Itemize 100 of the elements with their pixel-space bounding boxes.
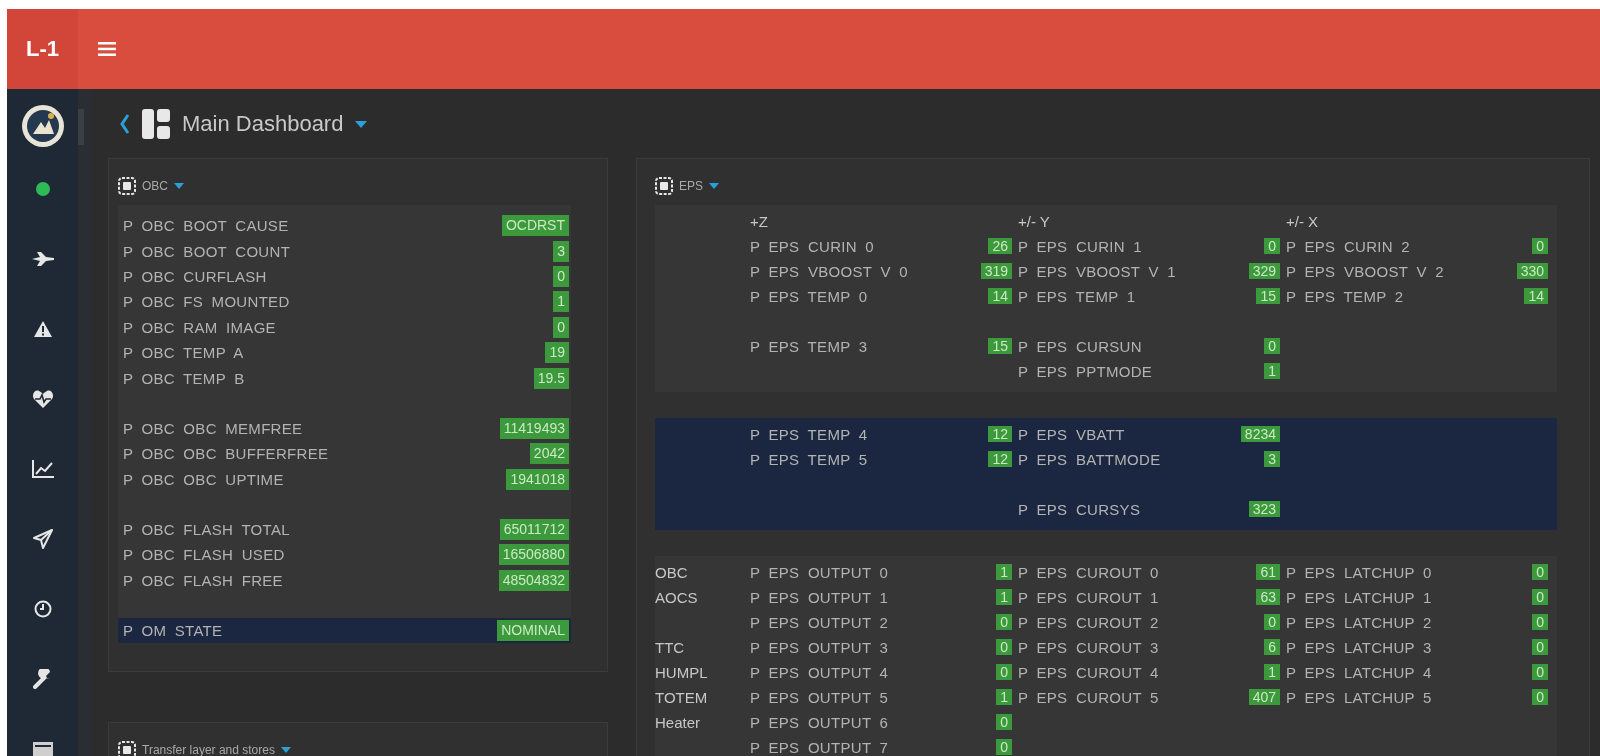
parameter-label: P EPS VBOOST V 0 bbox=[750, 263, 909, 280]
parameter-value: 14 bbox=[988, 288, 1012, 304]
parameter-label: P EPS CURIN 0 bbox=[750, 238, 875, 255]
back-icon[interactable] bbox=[120, 114, 130, 134]
parameter-label: P EPS OUTPUT 4 bbox=[750, 664, 890, 681]
parameter-label: P EPS CUROUT 3 bbox=[1018, 639, 1160, 656]
parameter-label: P OBC FLASH FREE bbox=[123, 571, 283, 589]
avatar-icon[interactable] bbox=[20, 104, 65, 148]
parameter-value: 2042 bbox=[529, 443, 569, 465]
parameter-label: P EPS LATCHUP 3 bbox=[1286, 639, 1433, 656]
clock-icon[interactable] bbox=[33, 600, 52, 618]
caret-icon[interactable] bbox=[709, 183, 719, 189]
parameter-label: P EPS VBOOST V 2 bbox=[1286, 263, 1445, 280]
parameter-label: P EPS TEMP 4 bbox=[750, 426, 869, 443]
chart-icon[interactable] bbox=[31, 460, 54, 478]
status-dot-icon[interactable] bbox=[35, 182, 50, 196]
parameter-label: P OBC BOOT CAUSE bbox=[123, 217, 289, 235]
parameter-label: P OBC FLASH USED bbox=[123, 546, 285, 564]
caret-icon[interactable] bbox=[355, 120, 368, 128]
caret-icon[interactable] bbox=[280, 747, 291, 754]
parameter-value: 3 bbox=[553, 240, 569, 262]
parameter-value: 63 bbox=[1256, 589, 1280, 605]
heartbeat-icon[interactable] bbox=[32, 390, 53, 408]
parameter-label: P EPS LATCHUP 5 bbox=[1286, 689, 1433, 706]
parameter-value: 61 bbox=[1256, 564, 1280, 580]
panel-title: OBC bbox=[142, 179, 168, 193]
parameter-label: P EPS OUTPUT 1 bbox=[750, 589, 890, 606]
parameter-label: P EPS LATCHUP 0 bbox=[1286, 564, 1433, 581]
parameter-value: 0 bbox=[996, 714, 1012, 730]
row-tag: TTC bbox=[655, 639, 750, 656]
parameter-value: 0 bbox=[1532, 639, 1548, 655]
parameter-label: P EPS TEMP 2 bbox=[1286, 288, 1405, 305]
row-tag: OBC bbox=[655, 564, 750, 581]
parameter-label: P OBC OBC BUFFERFREE bbox=[123, 445, 329, 463]
parameter-value: 1 bbox=[1264, 664, 1280, 680]
chip-icon bbox=[655, 177, 673, 195]
wrench-icon[interactable] bbox=[32, 669, 53, 689]
parameter-value: 323 bbox=[1248, 501, 1280, 517]
dashboard-icon bbox=[142, 109, 170, 139]
chip-icon bbox=[118, 741, 136, 756]
parameter-value: 329 bbox=[1248, 263, 1280, 279]
parameter-value: 26 bbox=[988, 238, 1012, 254]
parameter-value: 0 bbox=[1532, 564, 1548, 580]
parameter-value: 1 bbox=[996, 689, 1012, 705]
plane-icon[interactable] bbox=[31, 252, 54, 266]
parameter-label: P EPS OUTPUT 3 bbox=[750, 639, 890, 656]
parameter-value: 0 bbox=[1264, 338, 1280, 354]
parameter-value: 6 bbox=[1264, 639, 1280, 655]
parameter-value: 0 bbox=[996, 614, 1012, 630]
parameter-value: 0 bbox=[1532, 664, 1548, 680]
parameter-label: P EPS LATCHUP 2 bbox=[1286, 614, 1433, 631]
warning-icon[interactable] bbox=[33, 321, 52, 337]
caret-icon[interactable] bbox=[174, 183, 184, 189]
row-tag: TOTEM bbox=[655, 689, 750, 706]
parameter-value: 1941018 bbox=[506, 468, 569, 490]
row-tag: HUMPL bbox=[655, 664, 750, 681]
parameter-label: P EPS OUTPUT 0 bbox=[750, 564, 890, 581]
parameter-label: P EPS CURSUN bbox=[1018, 338, 1143, 355]
parameter-value: 0 bbox=[1264, 614, 1280, 630]
parameter-value: NOMINAL bbox=[497, 620, 569, 642]
parameter-value: 0 bbox=[996, 639, 1012, 655]
column-heading: +Z bbox=[750, 213, 769, 230]
parameter-value: OCDRST bbox=[501, 215, 569, 237]
parameter-value: 16506880 bbox=[498, 544, 569, 566]
parameter-label: P OBC TEMP A bbox=[123, 344, 244, 362]
parameter-label: P EPS TEMP 3 bbox=[750, 338, 869, 355]
parameter-label: P OBC RAM IMAGE bbox=[123, 318, 276, 336]
parameter-label: P EPS CUROUT 2 bbox=[1018, 614, 1160, 631]
parameter-value: 19.5 bbox=[533, 367, 569, 389]
parameter-value: 19 bbox=[545, 342, 569, 364]
panel-title: Transfer layer and stores bbox=[142, 743, 275, 756]
panel-title: EPS bbox=[679, 179, 703, 193]
parameter-value: 12 bbox=[988, 426, 1012, 442]
column-heading: +/- X bbox=[1286, 213, 1320, 230]
parameter-label: P OM STATE bbox=[123, 622, 223, 640]
parameter-value: 1 bbox=[1264, 363, 1280, 379]
brand-logo[interactable]: L-1 bbox=[7, 9, 78, 89]
parameter-label: P EPS OUTPUT 2 bbox=[750, 614, 890, 631]
list-icon[interactable] bbox=[32, 742, 53, 756]
parameter-value: 0 bbox=[1532, 614, 1548, 630]
parameter-label: P OBC TEMP B bbox=[123, 369, 245, 387]
menu-button[interactable] bbox=[98, 42, 116, 56]
parameter-label: P EPS VBOOST V 1 bbox=[1018, 263, 1177, 280]
parameter-value: 0 bbox=[996, 664, 1012, 680]
parameter-value: 15 bbox=[1256, 288, 1280, 304]
parameter-label: P EPS CUROUT 4 bbox=[1018, 664, 1160, 681]
send-icon[interactable] bbox=[32, 529, 53, 549]
parameter-label: P EPS CURSYS bbox=[1018, 501, 1142, 518]
parameter-label: P EPS OUTPUT 5 bbox=[750, 689, 890, 706]
parameter-label: P EPS OUTPUT 6 bbox=[750, 714, 890, 731]
parameter-value: 0 bbox=[1532, 689, 1548, 705]
parameter-label: P EPS TEMP 0 bbox=[750, 288, 869, 305]
parameter-label: P EPS BATTMODE bbox=[1018, 451, 1162, 468]
parameter-value: 0 bbox=[553, 265, 569, 287]
parameter-value: 1 bbox=[996, 589, 1012, 605]
parameter-value: 48504832 bbox=[498, 569, 569, 591]
dashboard-title[interactable]: Main Dashboard bbox=[182, 111, 344, 137]
row-tag: Heater bbox=[655, 714, 750, 731]
parameter-label: P OBC FS MOUNTED bbox=[123, 293, 290, 311]
parameter-label: P EPS LATCHUP 4 bbox=[1286, 664, 1433, 681]
